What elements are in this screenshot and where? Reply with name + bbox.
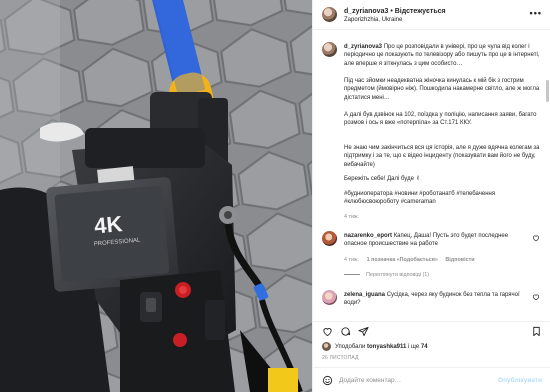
liked-by-summary: Уподобали tonyashka911 і ще 74: [322, 342, 428, 351]
author-line: d_zyrianova3 • Відстежується: [344, 8, 446, 15]
bookmark-icon[interactable]: [531, 326, 542, 337]
post-location[interactable]: Zaporizhzhia, Ukraine: [344, 17, 402, 23]
liked-by-user[interactable]: tonyashka911: [367, 344, 406, 350]
caption-paragraph-5: Бережіть себе! Далі буде ✌: [344, 176, 421, 182]
post-details-panel: d_zyrianova3 • Відстежується Zaporizhzhi…: [312, 0, 550, 392]
caption-paragraph-2: Під час зйомки неадекватна жіночка кинул…: [344, 78, 540, 101]
caption-paragraph-4: Не знаю чим закінчиться вся ця історія, …: [344, 145, 540, 168]
caption-author-avatar[interactable]: [322, 42, 337, 57]
heart-icon[interactable]: [322, 326, 333, 337]
comment-text: zelena_iguana Сусідка, через яку будинок…: [344, 291, 524, 308]
author-username[interactable]: d_zyrianova3: [344, 8, 388, 15]
liker-avatar[interactable]: [322, 342, 331, 351]
commenter-avatar[interactable]: [322, 290, 337, 305]
commenter-avatar[interactable]: [322, 231, 337, 246]
author-avatar[interactable]: [322, 7, 337, 22]
caption-text: d_zyrianova3 Про це розповідали в універ…: [344, 43, 540, 68]
comment-bubble-icon[interactable]: [340, 326, 351, 337]
comment-time[interactable]: 4 тиж.: [344, 257, 359, 263]
replies-divider: [344, 274, 360, 276]
separator-dot: •: [390, 8, 393, 15]
comment-meta: 4 тиж. 1 позначка «Подобається» Відповіс…: [344, 257, 475, 263]
caption-author[interactable]: d_zyrianova3: [344, 44, 382, 50]
post-photo[interactable]: 4K PROFESSIONAL: [0, 0, 312, 392]
comment-input[interactable]: [339, 374, 499, 387]
action-bar: [313, 321, 550, 341]
view-replies-label: Переглянути відповіді (1): [366, 272, 430, 278]
smiley-icon[interactable]: [322, 375, 333, 386]
comment-text: nazarenko_eport Капец, Даша! Пусть это б…: [344, 232, 524, 249]
comment-likes[interactable]: 1 позначка «Подобається»: [367, 257, 438, 263]
paper-plane-icon[interactable]: [358, 326, 369, 337]
view-replies-button[interactable]: Переглянути відповіді (1): [344, 272, 429, 278]
comment-heart-icon[interactable]: [532, 234, 540, 242]
more-horizontal-icon[interactable]: •••: [530, 8, 542, 18]
post-header: d_zyrianova3 • Відстежується Zaporizhzhi…: [313, 0, 550, 30]
commenter-username[interactable]: zelena_iguana: [344, 292, 385, 298]
scrollbar-thumb[interactable]: [546, 80, 549, 102]
post-date[interactable]: 26 ЛИСТОПАД: [322, 355, 359, 361]
comment-heart-icon[interactable]: [532, 293, 540, 301]
comments-scroll-area[interactable]: d_zyrianova3 Про це розповідали в універ…: [313, 31, 550, 321]
caption-paragraph-3: А далі був дзвінок на 102, поїздка у пол…: [344, 112, 537, 127]
add-comment-bar: Опублікувати: [313, 367, 550, 392]
camera-photo: 4K PROFESSIONAL: [0, 0, 312, 392]
post-comment-button[interactable]: Опублікувати: [498, 377, 542, 384]
comment-reply-button[interactable]: Відповісти: [445, 257, 474, 263]
liked-by-prefix: Уподобали: [335, 343, 366, 350]
svg-text:4K: 4K: [93, 211, 123, 238]
commenter-username[interactable]: nazarenko_eport: [344, 233, 392, 239]
liked-by-count[interactable]: 74: [421, 344, 428, 350]
caption-time[interactable]: 4 тиж.: [344, 214, 359, 220]
liked-by-suffix: і ще: [408, 343, 420, 350]
caption-hashtags[interactable]: #будниоператора #новини #роботанатб #тел…: [344, 190, 540, 207]
follow-status-button[interactable]: Відстежується: [395, 8, 446, 15]
